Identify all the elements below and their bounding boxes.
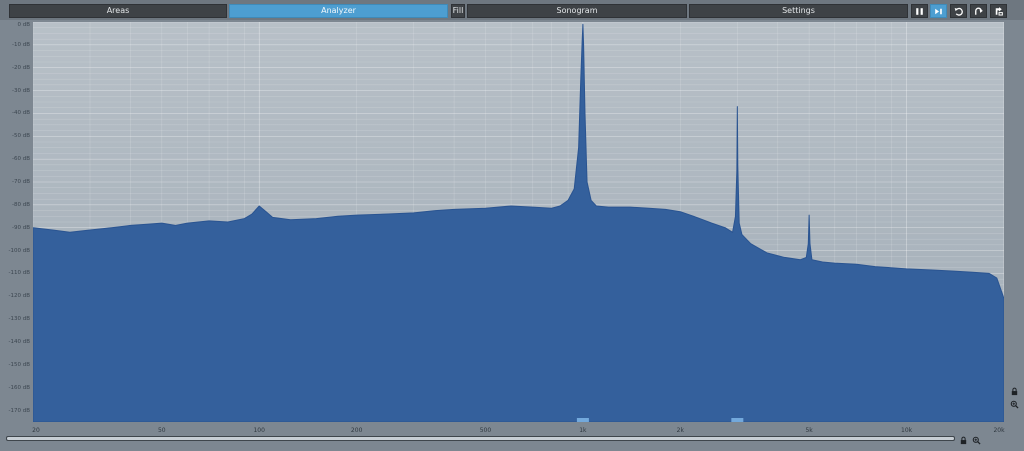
step-forward-icon (935, 8, 942, 14)
y-tick-label: -90 dB (12, 224, 30, 231)
tab-analyzer[interactable]: Analyzer (229, 4, 448, 18)
redo-button[interactable] (970, 4, 987, 18)
redo-icon (975, 7, 983, 15)
y-tick-label: -140 dB (8, 339, 31, 345)
y-tick-label: -70 dB (12, 179, 30, 185)
scrollbar-thumb[interactable] (7, 437, 954, 440)
tab-areas[interactable]: Areas (9, 4, 227, 18)
x-tick-label: 10k (901, 427, 913, 434)
tab-sonogram[interactable]: Sonogram (467, 4, 687, 18)
frequency-scrollbar[interactable] (6, 436, 955, 441)
top-toolbar: Areas Analyzer Fill Sonogram Settings (0, 0, 1024, 20)
spectrum-plot[interactable] (33, 22, 1004, 422)
lock-icon (1011, 387, 1017, 395)
undo-button[interactable] (950, 4, 967, 18)
step-forward-button[interactable] (930, 4, 947, 18)
zoom-icon (972, 436, 981, 445)
y-tick-label: -120 dB (8, 293, 31, 300)
fill-button[interactable]: Fill (451, 4, 465, 18)
spectrum-area (33, 23, 1004, 422)
y-tick-label: -170 dB (8, 407, 31, 414)
x-tick-label: 50 (157, 427, 166, 434)
frequency-marker[interactable] (731, 418, 744, 422)
frequency-marker[interactable] (576, 418, 589, 422)
y-tick-label: -100 dB (8, 247, 31, 254)
y-tick-label: -10 dB (12, 41, 30, 48)
tab-settings[interactable]: Settings (689, 4, 908, 18)
x-tick-label: 2k (676, 427, 684, 434)
y-tick-label: 0 dB (17, 22, 30, 28)
x-tick-label: 20 (32, 427, 40, 434)
export-button[interactable] (990, 4, 1007, 18)
x-tick-label: 1k (579, 427, 587, 434)
y-tick-label: -20 dB (12, 64, 30, 71)
spectrum-series (33, 23, 1004, 422)
x-tick-label: 20k (993, 427, 1005, 434)
spectrum-graph (33, 22, 1004, 422)
x-tick-label: 5k (805, 427, 813, 434)
y-tick-label: -160 dB (8, 384, 31, 391)
y-tick-label: -110 dB (8, 270, 31, 277)
y-tick-label: -50 dB (12, 133, 30, 140)
side-lock-button[interactable] (1008, 385, 1020, 397)
undo-icon (954, 7, 963, 16)
side-zoom-button[interactable] (1008, 398, 1020, 410)
pause-button[interactable] (911, 4, 928, 18)
y-tick-label: -40 dB (12, 110, 30, 117)
y-tick-label: -150 dB (8, 361, 31, 368)
y-tick-label: -30 dB (12, 87, 30, 94)
bottom-zoom-button[interactable] (970, 434, 982, 446)
x-tick-label: 100 (253, 427, 265, 434)
bottom-lock-button[interactable] (957, 434, 969, 446)
pause-icon (916, 7, 923, 15)
y-tick-label: -80 dB (12, 201, 30, 208)
export-icon (995, 6, 1003, 16)
y-tick-label: -60 dB (12, 156, 30, 163)
zoom-icon (1010, 400, 1019, 409)
x-tick-label: 500 (479, 427, 492, 434)
lock-icon (960, 436, 966, 444)
y-tick-label: -130 dB (8, 316, 31, 323)
x-tick-label: 200 (350, 427, 363, 434)
